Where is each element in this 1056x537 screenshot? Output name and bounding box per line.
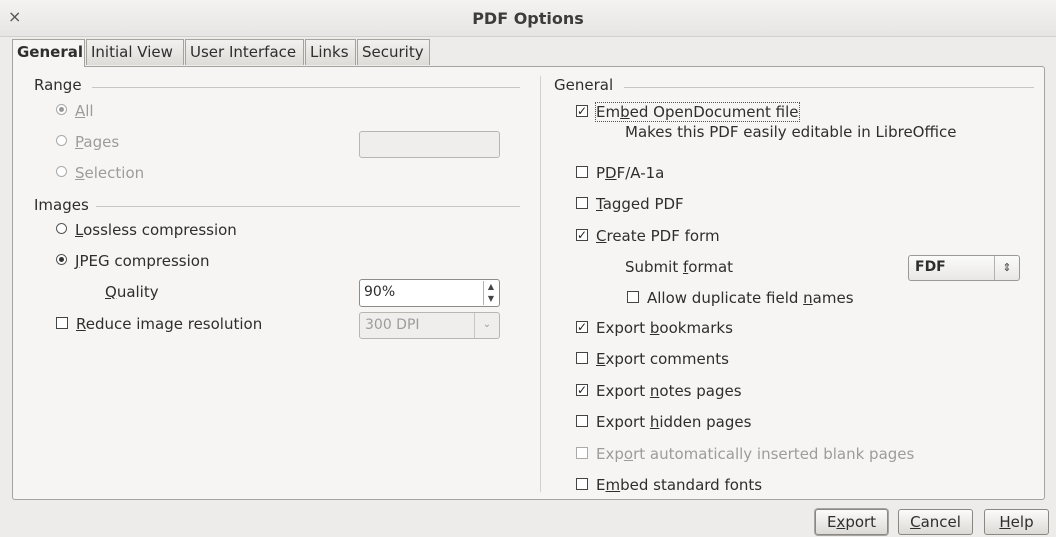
cancel-button[interactable]: Cancel [898,509,973,535]
standard-fonts-option[interactable]: Embed standard fonts [576,474,762,496]
hidden-pages-option[interactable]: Export hidden pages [576,411,751,433]
quality-spinbox[interactable]: 90% ▲ ▼ [359,279,500,307]
embed-odf-option[interactable]: ✓ Embed OpenDocument file [576,101,800,123]
range-all-option[interactable]: All [56,100,94,122]
spin-up-icon[interactable]: ▲ [484,281,498,293]
tab-user-interface[interactable]: User Interface [185,39,304,65]
range-selection-option[interactable]: Selection [56,162,144,184]
tab-initial-view[interactable]: Initial View [86,39,184,65]
range-all-label: All [75,102,94,120]
comments-checkbox[interactable] [576,351,588,364]
range-pages-option[interactable]: Pages [56,131,119,153]
column-divider [540,76,541,492]
pdfa-label: PDF/A-1a [596,164,665,182]
standard-fonts-checkbox[interactable] [576,477,588,490]
tab-links[interactable]: Links [305,39,356,65]
reduce-resolution-label: Reduce image resolution [76,315,263,333]
updown-chevron-icon[interactable]: ⇕ [994,256,1019,280]
images-divider [96,206,520,207]
chevron-down-icon[interactable]: ⌄ [474,313,499,338]
submit-format-value: FDF [915,259,946,275]
create-form-checkbox[interactable]: ✓ [576,228,588,241]
bookmarks-checkbox[interactable]: ✓ [576,320,588,333]
jpeg-label: JPEG compression [75,252,210,270]
bookmarks-option[interactable]: ✓ Export bookmarks [576,317,733,339]
lossless-radio[interactable] [56,223,67,234]
standard-fonts-label: Embed standard fonts [596,476,763,494]
hidden-pages-checkbox[interactable] [576,414,588,427]
reduce-resolution-option[interactable]: Reduce image resolution [56,313,262,335]
general-divider [624,87,1034,88]
jpeg-radio[interactable] [56,254,67,265]
comments-label: Export comments [596,350,729,368]
pdfa-option[interactable]: PDF/A-1a [576,162,664,184]
embed-odf-checkbox[interactable]: ✓ [576,104,588,117]
spin-down-icon[interactable]: ▼ [484,293,498,305]
lossless-option[interactable]: Lossless compression [56,219,237,241]
range-divider [92,87,520,88]
quality-value: 90% [364,284,396,300]
create-form-label: Create PDF form [596,227,720,245]
submit-format-label: Submit format [625,258,734,276]
range-selection-label: Selection [75,164,145,182]
notes-pages-option[interactable]: ✓ Export notes pages [576,380,742,402]
comments-option[interactable]: Export comments [576,348,729,370]
bookmarks-label: Export bookmarks [596,319,733,337]
range-all-radio[interactable] [56,104,67,115]
resolution-value: 300 DPI [365,317,420,333]
range-pages-label: Pages [75,133,120,151]
lossless-label: Lossless compression [75,221,237,239]
images-heading: Images [34,196,89,214]
allow-duplicate-checkbox[interactable] [627,290,639,303]
tab-security[interactable]: Security [357,39,430,65]
range-heading: Range [34,76,82,94]
quality-spin-buttons[interactable]: ▲ ▼ [483,281,498,305]
blank-pages-option[interactable]: Export automatically inserted blank page… [576,443,914,465]
pdfa-checkbox[interactable] [576,165,588,178]
resolution-combo[interactable]: 300 DPI ⌄ [359,312,500,339]
range-selection-radio[interactable] [56,166,67,177]
tagged-pdf-checkbox[interactable] [576,196,588,209]
submit-format-combo[interactable]: FDF ⇕ [908,255,1020,281]
blank-pages-checkbox[interactable] [576,446,588,459]
notes-pages-label: Export notes pages [596,382,742,400]
hidden-pages-label: Export hidden pages [596,413,752,431]
allow-duplicate-option[interactable]: Allow duplicate field names [627,287,854,309]
help-button[interactable]: Help [984,509,1049,535]
export-button[interactable]: Export [815,509,888,535]
tab-general[interactable]: General [12,39,85,67]
embed-odf-label: Embed OpenDocument file [595,102,800,122]
dialog-title: PDF Options [472,9,584,28]
tagged-pdf-label: Tagged PDF [596,195,684,213]
notes-pages-checkbox[interactable]: ✓ [576,383,588,396]
create-form-option[interactable]: ✓ Create PDF form [576,225,720,247]
blank-pages-label: Export automatically inserted blank page… [596,445,915,463]
allow-duplicate-label: Allow duplicate field names [647,289,854,307]
general-heading: General [554,76,614,94]
reduce-resolution-checkbox[interactable] [56,316,68,329]
pages-input[interactable] [359,131,500,158]
jpeg-option[interactable]: JPEG compression [56,250,209,272]
embed-odf-note: Makes this PDF easily editable in LibreO… [625,123,957,141]
tagged-pdf-option[interactable]: Tagged PDF [576,193,684,215]
range-pages-radio[interactable] [56,135,67,146]
title-bar: × PDF Options [0,0,1056,37]
quality-label: Quality [105,283,159,301]
